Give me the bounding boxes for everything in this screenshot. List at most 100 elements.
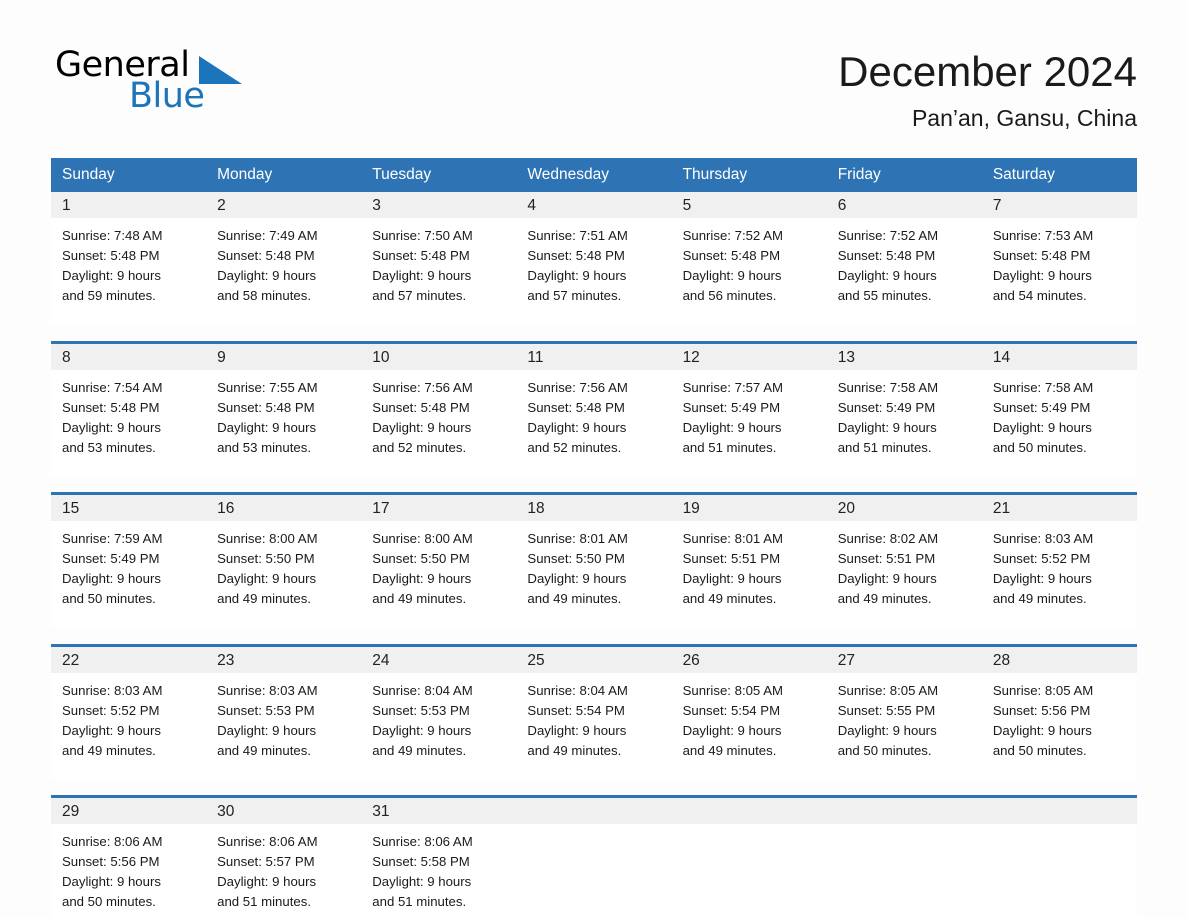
day-number: 14 xyxy=(981,343,1137,370)
day-number: 28 xyxy=(981,646,1137,673)
week-spacer xyxy=(51,627,1137,645)
generalblue-logo[interactable]: General Blue xyxy=(51,48,311,138)
daylight-text-line2: and 55 minutes. xyxy=(837,288,932,303)
sunset-text: Sunset: 5:49 PM xyxy=(837,399,936,415)
daylight-text-line1: Daylight: 9 hours xyxy=(372,722,472,738)
day-details: Sunrise: 7:50 AM Sunset: 5:48 PM Daylight:… xyxy=(361,218,516,306)
day-number: 30 xyxy=(206,798,362,824)
daylight-text-line1: Daylight: 9 hours xyxy=(527,419,627,435)
weekday-header-monday: Monday xyxy=(206,158,362,192)
daylight-text-line1: Daylight: 9 hours xyxy=(682,419,782,435)
calendar-body: 1 Sunrise: 7:48 AM Sunset: 5:48 PM Daylight… xyxy=(51,192,1137,918)
day-number: 29 xyxy=(51,798,207,824)
daylight-text-line2: and 53 minutes. xyxy=(62,439,156,455)
daylight-text-line2: and 50 minutes. xyxy=(62,894,156,909)
day-number: 26 xyxy=(671,646,827,673)
day-number xyxy=(516,798,672,824)
day-number: 6 xyxy=(826,192,982,218)
day-details: Sunrise: 7:58 AM Sunset: 5:49 PM Daylight:… xyxy=(982,370,1137,458)
calendar-header-row: Sunday Monday Tuesday Wednesday Thursday… xyxy=(51,158,1137,192)
daylight-text-line2: and 49 minutes. xyxy=(217,591,311,606)
day-cell: 18 Sunrise: 8:01 AM Sunset: 5:50 PM Dayligh… xyxy=(516,492,672,627)
day-cell: 26 Sunrise: 8:05 AM Sunset: 5:54 PM Dayligh… xyxy=(671,643,827,779)
day-details: Sunrise: 8:00 AM Sunset: 5:50 PM Daylight:… xyxy=(361,521,516,609)
daylight-text-line2: and 49 minutes. xyxy=(217,742,311,758)
day-number: 8 xyxy=(51,343,207,370)
day-number: 23 xyxy=(206,646,362,673)
day-number: 19 xyxy=(671,495,827,521)
day-details: Sunrise: 7:57 AM Sunset: 5:49 PM Daylight:… xyxy=(672,370,827,458)
day-number: 12 xyxy=(671,343,827,370)
day-number: 31 xyxy=(361,798,517,824)
daylight-text-line2: and 49 minutes. xyxy=(62,742,156,758)
week-row: 8 Sunrise: 7:54 AM Sunset: 5:48 PM Daylight… xyxy=(51,340,1137,476)
daylight-text-line1: Daylight: 9 hours xyxy=(992,722,1092,738)
day-details: Sunrise: 7:56 AM Sunset: 5:48 PM Daylight:… xyxy=(361,370,516,458)
sunrise-text: Sunrise: 7:56 AM xyxy=(527,379,628,395)
sunset-text: Sunset: 5:56 PM xyxy=(62,854,160,869)
daylight-text-line2: and 51 minutes. xyxy=(372,894,467,909)
sunset-text: Sunset: 5:55 PM xyxy=(837,702,936,718)
daylight-text-line1: Daylight: 9 hours xyxy=(992,268,1092,283)
sunset-text: Sunset: 5:48 PM xyxy=(217,399,315,415)
day-cell: 24 Sunrise: 8:04 AM Sunset: 5:53 PM Dayligh… xyxy=(361,643,517,779)
daylight-text-line1: Daylight: 9 hours xyxy=(992,419,1092,435)
daylight-text-line2: and 54 minutes. xyxy=(992,288,1087,303)
sunrise-text: Sunrise: 8:03 AM xyxy=(62,682,163,698)
day-number: 13 xyxy=(826,343,982,370)
week-row: 29 Sunrise: 8:06 AM Sunset: 5:56 PM Dayligh… xyxy=(51,795,1137,918)
day-cell: 30 Sunrise: 8:06 AM Sunset: 5:57 PM Dayligh… xyxy=(206,795,362,918)
sunset-text: Sunset: 5:48 PM xyxy=(527,399,625,415)
weekday-header-saturday: Saturday xyxy=(981,158,1137,192)
daylight-text-line2: and 49 minutes. xyxy=(527,591,622,606)
sunset-text: Sunset: 5:48 PM xyxy=(62,248,160,263)
day-number: 3 xyxy=(361,192,517,218)
day-details: Sunrise: 7:55 AM Sunset: 5:48 PM Daylight:… xyxy=(206,370,361,458)
sunrise-text: Sunrise: 8:05 AM xyxy=(682,682,783,698)
sunset-text: Sunset: 5:48 PM xyxy=(837,248,936,263)
day-details: Sunrise: 7:59 AM Sunset: 5:49 PM Daylight:… xyxy=(51,521,206,609)
daylight-text-line1: Daylight: 9 hours xyxy=(62,571,161,586)
weekday-header-sunday: Sunday xyxy=(51,158,207,192)
daylight-text-line1: Daylight: 9 hours xyxy=(372,419,472,435)
daylight-text-line2: and 52 minutes. xyxy=(372,439,467,455)
daylight-text-line2: and 52 minutes. xyxy=(527,439,622,455)
daylight-text-line2: and 50 minutes. xyxy=(992,439,1087,455)
sunrise-text: Sunrise: 7:52 AM xyxy=(837,228,939,243)
day-cell: 11 Sunrise: 7:56 AM Sunset: 5:48 PM Dayligh… xyxy=(516,340,672,476)
day-details: Sunrise: 7:49 AM Sunset: 5:48 PM Daylight:… xyxy=(206,218,361,306)
daylight-text-line1: Daylight: 9 hours xyxy=(527,268,627,283)
sunset-text: Sunset: 5:49 PM xyxy=(62,551,160,566)
sunset-text: Sunset: 5:56 PM xyxy=(992,702,1091,718)
sunrise-text: Sunrise: 8:03 AM xyxy=(217,682,318,698)
week-row: 1 Sunrise: 7:48 AM Sunset: 5:48 PM Daylight… xyxy=(51,192,1137,324)
sunset-text: Sunset: 5:51 PM xyxy=(682,551,781,566)
daylight-text-line2: and 57 minutes. xyxy=(527,288,622,303)
daylight-text-line1: Daylight: 9 hours xyxy=(837,722,937,738)
week-row: 22 Sunrise: 8:03 AM Sunset: 5:52 PM Dayligh… xyxy=(51,643,1137,779)
daylight-text-line1: Daylight: 9 hours xyxy=(62,874,161,889)
sunset-text: Sunset: 5:58 PM xyxy=(372,854,470,869)
day-details: Sunrise: 8:01 AM Sunset: 5:51 PM Daylight:… xyxy=(672,521,827,609)
day-cell: 5 Sunrise: 7:52 AM Sunset: 5:48 PM Daylight… xyxy=(671,192,827,324)
week-spacer xyxy=(51,475,1137,494)
daylight-text-line2: and 51 minutes. xyxy=(217,894,311,909)
daylight-text-line2: and 57 minutes. xyxy=(372,288,467,303)
day-details: Sunrise: 8:04 AM Sunset: 5:54 PM Daylight:… xyxy=(516,673,671,761)
day-cell: 29 Sunrise: 8:06 AM Sunset: 5:56 PM Dayligh… xyxy=(51,795,207,918)
day-details: Sunrise: 8:06 AM Sunset: 5:56 PM Daylight:… xyxy=(51,824,206,912)
sunset-text: Sunset: 5:48 PM xyxy=(62,399,160,415)
day-cell: 4 Sunrise: 7:51 AM Sunset: 5:48 PM Daylight… xyxy=(516,192,672,324)
day-cell: 9 Sunrise: 7:55 AM Sunset: 5:48 PM Daylight… xyxy=(206,340,362,476)
day-cell: 14 Sunrise: 7:58 AM Sunset: 5:49 PM Dayligh… xyxy=(981,340,1137,476)
calendar-table: Sunday Monday Tuesday Wednesday Thursday… xyxy=(51,158,1137,918)
day-number: 7 xyxy=(981,192,1137,218)
day-cell: 10 Sunrise: 7:56 AM Sunset: 5:48 PM Dayligh… xyxy=(361,340,517,476)
sunrise-text: Sunrise: 8:01 AM xyxy=(682,531,783,546)
day-cell: 23 Sunrise: 8:03 AM Sunset: 5:53 PM Dayligh… xyxy=(206,643,362,779)
calendar-page: General Blue December 2024 Pan’an, Gansu… xyxy=(0,0,1188,918)
day-details: Sunrise: 7:48 AM Sunset: 5:48 PM Daylight:… xyxy=(51,218,206,306)
page-header: General Blue December 2024 Pan’an, Gansu… xyxy=(51,48,1137,148)
day-number: 20 xyxy=(826,495,982,521)
day-details: Sunrise: 7:52 AM Sunset: 5:48 PM Daylight:… xyxy=(827,218,982,306)
